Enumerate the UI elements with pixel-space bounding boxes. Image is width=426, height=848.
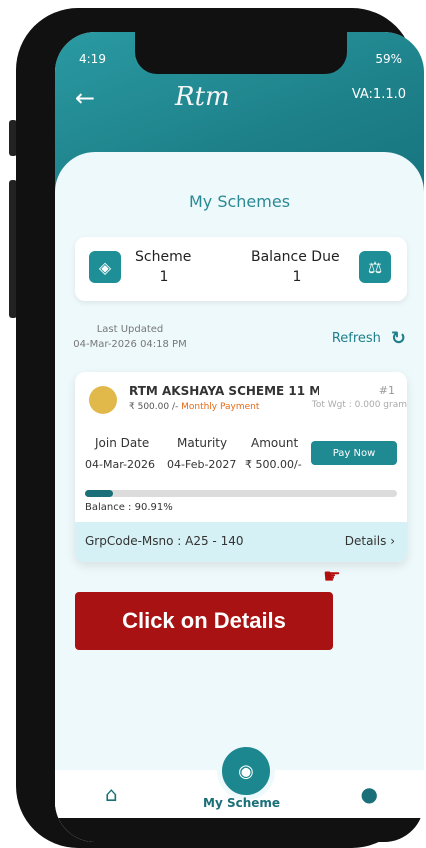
scheme-amount-line: ₹ 500.00 /- Monthly Payment [129, 402, 259, 412]
chevron-right-icon: › [390, 534, 395, 548]
scheme-logo-icon [89, 386, 117, 414]
refresh-label: Refresh [331, 331, 381, 346]
callout-banner: Click on Details [75, 592, 333, 650]
grpcode-msno: GrpCode-Msno : A25 - 140 [85, 534, 244, 548]
brand-logo: Rtm [175, 82, 230, 112]
system-nav-bar [55, 818, 424, 842]
refresh-button[interactable]: Refresh ↻ [332, 328, 406, 349]
scheme-index: #1 [378, 384, 395, 397]
scheme-card: RTM AKSHAYA SCHEME 11 M... ₹ 500.00 /- M… [75, 372, 407, 562]
camera-notch [135, 32, 347, 74]
details-label: Details [344, 534, 387, 548]
scheme-label: Scheme [135, 249, 192, 265]
main-content: My Schemes ◈ Scheme 1 Balance Due 1 ⚖ La… [55, 152, 424, 842]
summary-card: ◈ Scheme 1 Balance Due 1 ⚖ [75, 237, 407, 301]
progress-fill [85, 490, 114, 497]
battery-level: 59% [375, 52, 402, 66]
pay-now-button[interactable]: Pay Now [311, 441, 397, 465]
last-updated-value: 04-Mar-2026 04:18 PM [73, 339, 187, 350]
home-icon[interactable]: ⌂ [105, 782, 118, 806]
maturity-value: 04-Feb-2027 [167, 458, 237, 471]
profile-icon[interactable]: ● [361, 782, 378, 806]
maturity-label: Maturity [177, 436, 228, 450]
join-date-label: Join Date [95, 436, 150, 450]
refresh-icon: ↻ [390, 328, 406, 349]
payment-type: Monthly Payment [181, 402, 260, 412]
total-weight: Tot Wgt : 0.000 gram [311, 400, 407, 410]
status-time: 4:19 [79, 52, 106, 66]
last-updated-label: Last Updated [96, 324, 164, 335]
join-date-value: 04-Mar-2026 [85, 458, 155, 471]
phone-frame: 4:19 59% ← Rtm VA:1.1.0 My Schemes ◈ Sch… [16, 8, 424, 848]
scale-icon: ⚖ [359, 251, 391, 283]
piggy-bank-icon[interactable]: ◉ [217, 742, 275, 800]
scheme-count: 1 [159, 269, 169, 285]
last-updated: Last Updated 04-Mar-2026 04:18 PM [55, 322, 205, 352]
scheme-name: RTM AKSHAYA SCHEME 11 M... [129, 384, 319, 398]
nav-my-scheme-label[interactable]: My Scheme [203, 796, 280, 810]
balance-percent: Balance : 90.91% [85, 502, 173, 513]
details-button[interactable]: Details › [345, 534, 395, 548]
scheme-cube-icon: ◈ [89, 251, 121, 283]
card-footer: GrpCode-Msno : A25 - 140 Details › [75, 522, 407, 562]
amount-value: ₹ 500.00/- [245, 458, 302, 471]
balance-due-count: 1 [292, 269, 302, 285]
balance-due-label: Balance Due [251, 249, 340, 265]
bottom-nav: ⌂ ◉ My Scheme ● [55, 742, 424, 818]
pointer-hand-icon: ☛ [323, 564, 341, 588]
page-title: My Schemes [188, 192, 291, 211]
back-arrow-icon[interactable]: ← [75, 84, 95, 112]
progress-bar [85, 490, 397, 497]
app-version: VA:1.1.0 [351, 87, 406, 102]
app-screen: 4:19 59% ← Rtm VA:1.1.0 My Schemes ◈ Sch… [55, 32, 424, 842]
amount-label: Amount [251, 436, 299, 450]
scheme-amount: ₹ 500.00 /- [129, 402, 182, 412]
